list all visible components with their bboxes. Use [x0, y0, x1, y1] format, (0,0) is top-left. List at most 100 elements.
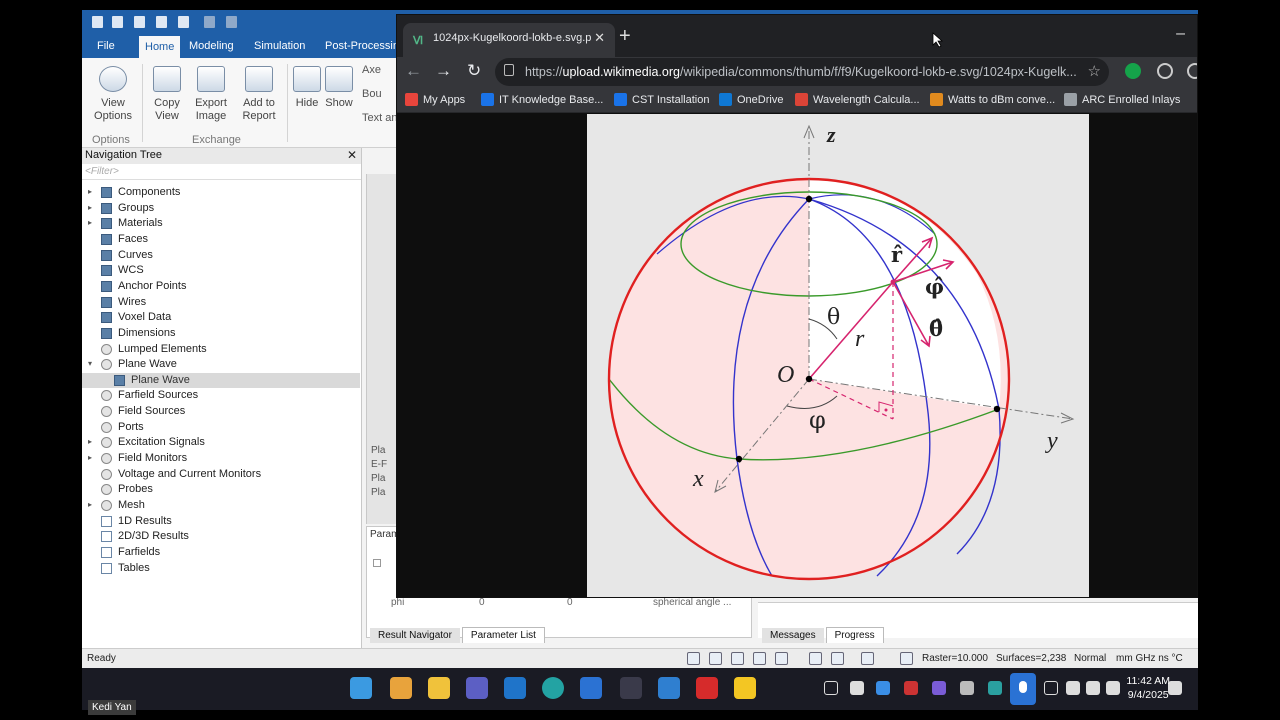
- tab-file[interactable]: File: [97, 40, 115, 52]
- tree-item[interactable]: 2D/3D Results: [82, 529, 360, 544]
- tab-progress[interactable]: Progress: [825, 627, 884, 643]
- tree-filter-input[interactable]: <Filter>: [82, 164, 361, 180]
- volume-icon[interactable]: [1086, 681, 1100, 695]
- show-button[interactable]: Show: [316, 64, 362, 110]
- tab-messages[interactable]: Messages: [762, 628, 824, 643]
- security-icon[interactable]: [988, 681, 1002, 695]
- axes-checkbox[interactable]: Axe: [362, 64, 381, 76]
- bookmark-item[interactable]: OneDrive: [719, 93, 783, 106]
- browser-tab[interactable]: Ⅵ 1024px-Kugelkoord-lokb-e.svg.pn ✕: [403, 23, 615, 57]
- bookmark-item[interactable]: ARC Enrolled Inlays: [1064, 93, 1180, 106]
- tree-item[interactable]: Faces: [82, 232, 360, 247]
- tray-app-icon[interactable]: [904, 681, 918, 695]
- tree-item[interactable]: ▸ Mesh: [82, 498, 360, 513]
- save-all-icon[interactable]: [156, 16, 167, 28]
- tree-item[interactable]: Dimensions: [82, 326, 360, 341]
- close-tab-icon[interactable]: ✕: [594, 30, 605, 46]
- tree-item[interactable]: Ports: [82, 420, 360, 435]
- tree-item[interactable]: Curves: [82, 248, 360, 263]
- move-icon[interactable]: [775, 652, 788, 665]
- forward-icon[interactable]: →: [435, 61, 452, 81]
- spin-icon[interactable]: [753, 652, 766, 665]
- filter-icon[interactable]: [373, 559, 381, 567]
- raster-icon[interactable]: [900, 652, 913, 665]
- minimize-icon[interactable]: –: [1176, 25, 1185, 43]
- acrobat-icon[interactable]: [696, 677, 718, 699]
- tree-item[interactable]: ▸ Excitation Signals: [82, 435, 360, 450]
- new-tab-icon[interactable]: +: [619, 25, 631, 48]
- undo-icon[interactable]: [204, 16, 215, 28]
- grid-icon[interactable]: [861, 652, 874, 665]
- tree-item[interactable]: Farfields: [82, 545, 360, 560]
- app-icon[interactable]: [580, 677, 602, 699]
- zoom-icon[interactable]: [687, 652, 700, 665]
- back-icon[interactable]: ←: [405, 61, 422, 81]
- tree-item[interactable]: Voltage and Current Monitors: [82, 467, 360, 482]
- profile-icon[interactable]: [1187, 63, 1197, 79]
- tree-item[interactable]: Probes: [82, 482, 360, 497]
- file-explorer-icon[interactable]: [428, 677, 450, 699]
- tab-post-processing[interactable]: Post-Processing: [325, 40, 405, 52]
- add-to-report-button[interactable]: Add to Report: [236, 64, 282, 123]
- tree-item[interactable]: WCS: [82, 263, 360, 278]
- tab-simulation[interactable]: Simulation: [254, 40, 305, 52]
- bookmark-star-icon[interactable]: ☆: [1088, 62, 1101, 80]
- start-icon[interactable]: [350, 677, 372, 699]
- zoom-fit-icon[interactable]: [809, 652, 822, 665]
- pan-icon[interactable]: [709, 652, 722, 665]
- bookmark-item[interactable]: My Apps: [405, 93, 465, 106]
- tray-app-icon[interactable]: [850, 681, 864, 695]
- tree-item[interactable]: ▸ Field Monitors: [82, 451, 360, 466]
- chevron-up-icon[interactable]: [824, 681, 838, 695]
- save-icon[interactable]: [134, 16, 145, 28]
- close-icon[interactable]: ✕: [347, 148, 357, 162]
- vscode-icon[interactable]: [658, 677, 680, 699]
- tree-item[interactable]: Lumped Elements: [82, 342, 360, 357]
- sticky-notes-icon[interactable]: [734, 677, 756, 699]
- expand-arrow-icon[interactable]: ▸: [88, 187, 96, 196]
- tab-modeling[interactable]: Modeling: [189, 40, 234, 52]
- microphone-icon[interactable]: [1010, 673, 1036, 705]
- notification-icon[interactable]: [1168, 681, 1182, 695]
- expand-arrow-icon[interactable]: ▸: [88, 203, 96, 212]
- tree-item[interactable]: Tables: [82, 561, 360, 576]
- display-icon[interactable]: [1044, 681, 1058, 695]
- extensions-icon[interactable]: [1157, 63, 1173, 79]
- grammarly-icon[interactable]: [1125, 63, 1141, 79]
- edge-icon[interactable]: [542, 677, 564, 699]
- tree-item[interactable]: 1D Results: [82, 514, 360, 529]
- tree-item[interactable]: ▸ Materials: [82, 216, 360, 231]
- tree-item[interactable]: Anchor Points: [82, 279, 360, 294]
- tab-result-navigator[interactable]: Result Navigator: [370, 628, 460, 643]
- tree-item[interactable]: ▸ Groups: [82, 201, 360, 216]
- text-annotation-option[interactable]: Text an: [362, 112, 397, 124]
- tree-item[interactable]: Field Sources: [82, 404, 360, 419]
- tray-app-icon[interactable]: [960, 681, 974, 695]
- cst-studio-icon[interactable]: [620, 677, 642, 699]
- wifi-icon[interactable]: [1066, 681, 1080, 695]
- teams-icon[interactable]: [466, 677, 488, 699]
- redo-icon[interactable]: [226, 16, 237, 28]
- rotate-icon[interactable]: [731, 652, 744, 665]
- expand-arrow-icon[interactable]: ▸: [88, 218, 96, 227]
- expanded-arrow-icon[interactable]: ▾: [88, 359, 96, 368]
- reload-icon[interactable]: ↻: [467, 61, 481, 81]
- clock[interactable]: 11:42 AM 9/4/2025: [1126, 674, 1170, 702]
- tab-home[interactable]: Home: [139, 36, 181, 58]
- copy-view-button[interactable]: Copy View: [144, 64, 190, 123]
- export-image-button[interactable]: Export Image: [188, 64, 234, 123]
- open-file-icon[interactable]: [112, 16, 123, 28]
- bookmark-item[interactable]: Watts to dBm conve...: [930, 93, 1055, 106]
- tree-item[interactable]: Voxel Data: [82, 310, 360, 325]
- tree-item[interactable]: ▸ Components: [82, 185, 360, 200]
- select-icon[interactable]: [831, 652, 844, 665]
- new-file-icon[interactable]: [92, 16, 103, 28]
- outlook-icon[interactable]: [504, 677, 526, 699]
- expand-arrow-icon[interactable]: ▸: [88, 500, 96, 509]
- view-options-button[interactable]: View Options: [90, 64, 136, 123]
- onedrive-icon[interactable]: [876, 681, 890, 695]
- bookmark-item[interactable]: IT Knowledge Base...: [481, 93, 603, 106]
- bookmark-item[interactable]: Wavelength Calcula...: [795, 93, 920, 106]
- parameter-row[interactable]: phi 0 0 spherical angle ...: [391, 597, 751, 611]
- tree-item[interactable]: Farfield Sources: [82, 388, 360, 403]
